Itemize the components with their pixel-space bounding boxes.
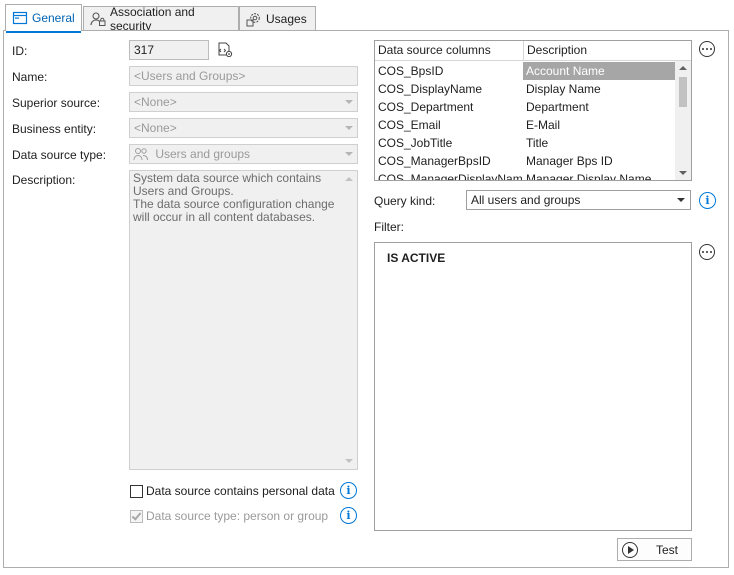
grid-cell-column: COS_JobTitle: [378, 136, 453, 150]
more-options-icon[interactable]: [699, 41, 715, 57]
grid-rows: COS_BpsID Account Name COS_DisplayName Disp…: [375, 62, 675, 181]
grid-cell-description[interactable]: Department: [523, 98, 675, 116]
personal-data-label: Data source contains personal data: [146, 484, 335, 498]
chevron-down-icon: [345, 152, 353, 156]
grid-cell-column: COS_Department: [378, 100, 474, 114]
person-or-group-checkbox: [130, 510, 143, 523]
data-source-type-value: Users and groups: [155, 147, 251, 161]
grid-cell-column: COS_ManagerDisplayName: [378, 172, 523, 181]
grid-cell-description[interactable]: E-Mail: [523, 116, 675, 134]
filter-editor[interactable]: IS ACTIVE: [374, 242, 692, 531]
info-icon[interactable]: i: [699, 192, 716, 209]
test-button[interactable]: Test: [617, 538, 692, 561]
name-field: <Users and Groups>: [129, 66, 358, 86]
superior-source-label: Superior source:: [12, 96, 101, 110]
test-button-label: Test: [656, 542, 679, 557]
table-row[interactable]: COS_ManagerBpsID Manager Bps ID: [375, 152, 675, 170]
scroll-down-icon[interactable]: [679, 171, 687, 175]
tab-label: Usages: [266, 11, 307, 26]
personal-data-checkbox[interactable]: [130, 485, 143, 498]
grid-cell-description[interactable]: Title: [523, 134, 675, 152]
more-options-icon[interactable]: [699, 244, 715, 260]
business-entity-label: Business entity:: [12, 122, 97, 136]
grid-scrollbar[interactable]: [675, 61, 691, 180]
user-lock-icon: [90, 11, 106, 27]
tab-label: General: [32, 11, 75, 25]
filter-label: Filter:: [374, 220, 404, 234]
grid-cell-column: COS_BpsID: [378, 64, 444, 78]
grid-cell-description[interactable]: Manager Bps ID: [523, 152, 675, 170]
grid-header: Data source columns Description: [375, 41, 691, 61]
play-icon: [622, 541, 638, 558]
gears-icon: [246, 11, 262, 27]
chevron-down-icon: [345, 100, 353, 104]
superior-source-select: <None>: [129, 92, 358, 112]
grid-cell-description[interactable]: Display Name: [523, 80, 675, 98]
tab-usages[interactable]: Usages: [239, 6, 316, 30]
description-scrollbar[interactable]: [341, 171, 357, 469]
data-source-columns-grid: Data source columns Description COS_BpsI…: [374, 40, 692, 181]
description-label: Description:: [12, 173, 76, 187]
table-row[interactable]: COS_BpsID Account Name: [375, 62, 675, 80]
grid-cell-description[interactable]: Account Name: [523, 62, 675, 80]
table-row[interactable]: COS_Email E-Mail: [375, 116, 675, 134]
business-entity-select: <None>: [129, 118, 358, 138]
description-line: System data source which contains Users …: [133, 171, 322, 198]
query-kind-select[interactable]: All users and groups: [466, 190, 691, 210]
data-source-type-label: Data source type:: [12, 148, 107, 162]
tab-label: Association and security: [110, 4, 195, 33]
scroll-thumb[interactable]: [679, 77, 687, 107]
window-icon: [12, 10, 28, 26]
person-or-group-label: Data source type: person or group: [146, 509, 329, 523]
tab-general[interactable]: General: [5, 4, 82, 33]
grid-cell-column: COS_ManagerBpsID: [378, 154, 491, 168]
scroll-down-icon[interactable]: [345, 459, 353, 463]
table-row[interactable]: COS_Department Department: [375, 98, 675, 116]
query-kind-value: All users and groups: [471, 193, 581, 207]
info-icon[interactable]: i: [340, 507, 357, 524]
query-kind-label: Query kind:: [374, 194, 436, 208]
scroll-up-icon[interactable]: [679, 66, 687, 70]
grid-header-description[interactable]: Description: [524, 41, 676, 61]
table-row[interactable]: COS_ManagerDisplayName Manager Display Na…: [375, 170, 675, 181]
tab-association-security[interactable]: Association and security: [83, 4, 239, 33]
scroll-up-icon[interactable]: [345, 177, 353, 181]
copy-code-icon[interactable]: [216, 41, 234, 62]
superior-source-value: <None>: [134, 95, 177, 109]
chevron-down-icon: [677, 198, 685, 202]
table-row[interactable]: COS_JobTitle Title: [375, 134, 675, 152]
grid-cell-column: COS_DisplayName: [378, 82, 483, 96]
name-label: Name:: [12, 70, 48, 84]
id-label: ID:: [12, 44, 28, 58]
table-row[interactable]: COS_DisplayName Display Name: [375, 80, 675, 98]
grid-cell-description[interactable]: Manager Display Name: [523, 170, 675, 180]
chevron-down-icon: [345, 126, 353, 130]
id-field: 317: [129, 40, 209, 60]
grid-header-columns[interactable]: Data source columns: [375, 41, 524, 61]
data-source-type-select: Users and groups: [129, 144, 358, 164]
users-groups-icon: [133, 147, 149, 163]
filter-expression: IS ACTIVE: [387, 251, 446, 265]
description-line: The data source configuration change wil…: [133, 197, 335, 224]
grid-cell-column: COS_Email: [378, 118, 441, 132]
description-field: System data source which contains Users …: [129, 170, 358, 470]
info-icon[interactable]: i: [340, 482, 357, 499]
business-entity-value: <None>: [134, 121, 177, 135]
